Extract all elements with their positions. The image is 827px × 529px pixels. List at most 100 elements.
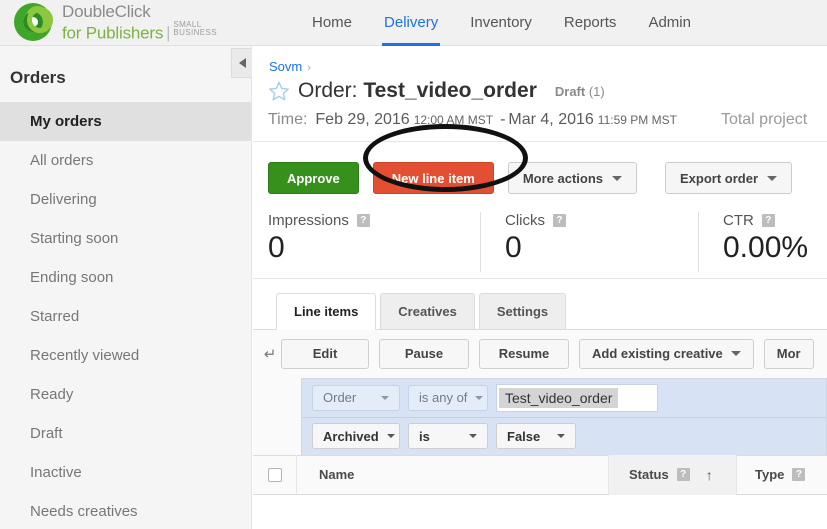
order-title-row: Order: Test_video_order Draft (1) xyxy=(253,74,827,103)
sidebar-item-delivering[interactable]: Delivering xyxy=(0,180,251,219)
export-order-button[interactable]: Export order xyxy=(665,162,793,194)
breadcrumb: Sovm › xyxy=(253,46,827,74)
sidebar-item-needs-creatives[interactable]: Needs creatives xyxy=(0,492,251,529)
column-header-status-label: Status xyxy=(629,467,669,482)
sidebar-item-my-orders[interactable]: My orders xyxy=(0,102,251,141)
brand-line-2: for Publishers | SMALL BUSINESS xyxy=(62,20,217,42)
nav-item-delivery[interactable]: Delivery xyxy=(368,0,454,46)
help-icon[interactable]: ? xyxy=(761,214,775,227)
sidebar-item-draft[interactable]: Draft xyxy=(0,414,251,453)
pause-button[interactable]: Pause xyxy=(379,338,469,369)
tab-bar: Line items Creatives Settings xyxy=(253,279,827,330)
help-icon[interactable]: ? xyxy=(676,468,690,481)
nav-item-inventory[interactable]: Inventory xyxy=(454,0,548,46)
sidebar-item-all-orders[interactable]: All orders xyxy=(0,141,251,180)
edit-button[interactable]: Edit xyxy=(281,338,369,369)
nav-item-reports[interactable]: Reports xyxy=(548,0,633,46)
add-existing-creative-button[interactable]: Add existing creative xyxy=(579,338,754,369)
filter-field-archived[interactable]: Archived xyxy=(312,423,400,449)
filter-value-archived[interactable]: False xyxy=(496,423,576,449)
help-icon[interactable]: ? xyxy=(553,214,566,227)
sidebar-item-recently-viewed[interactable]: Recently viewed xyxy=(0,336,251,375)
end-time: 11:59 PM MST xyxy=(597,113,677,127)
app-root: DoubleClick for Publishers | SMALL BUSINESS… xyxy=(0,0,827,529)
metric-clicks-value: 0 xyxy=(505,231,522,264)
total-projected-label: Total project xyxy=(720,111,808,128)
metric-impressions-label: Impressions xyxy=(268,212,349,229)
metric-impressions: Impressions ? 0 xyxy=(268,212,480,272)
new-line-item-button[interactable]: New line item xyxy=(372,162,494,194)
brand-logo[interactable]: DoubleClick for Publishers | SMALL BUSINESS xyxy=(0,1,280,42)
sidebar-item-starred[interactable]: Starred xyxy=(0,297,251,336)
filter-row-archived: Archived is False xyxy=(302,416,826,455)
filter-panel: Order is any of Test_video_order Archive… xyxy=(301,377,827,455)
line-items-toolbar: ↵ Edit Pause Resume Add existing creativ… xyxy=(253,330,827,378)
filter-operator-order[interactable]: is any of xyxy=(408,384,488,411)
time-label: Time: xyxy=(268,111,308,128)
main-nav: Home Delivery Inventory Reports Admin xyxy=(296,0,707,46)
select-all-cell[interactable] xyxy=(253,454,297,495)
select-all-checkbox[interactable] xyxy=(267,467,282,482)
breadcrumb-caret-icon: › xyxy=(307,62,311,74)
date-range-dash: - xyxy=(500,111,506,128)
sidebar-title: Orders xyxy=(10,68,66,87)
line-items-panel: ↵ Edit Pause Resume Add existing creativ… xyxy=(253,328,827,495)
brand-badge: SMALL BUSINESS xyxy=(173,20,217,38)
more-button[interactable]: Mor xyxy=(763,338,814,369)
main-content: Sovm › Order: Test_video_order Draft (1) … xyxy=(253,46,827,529)
start-time: 12:00 AM MST xyxy=(413,113,494,127)
more-actions-button[interactable]: More actions xyxy=(507,162,637,194)
column-header-status[interactable]: Status ? ↑ xyxy=(609,454,737,495)
sidebar-item-ending-soon[interactable]: Ending soon xyxy=(0,258,251,297)
filter-field-archived-label: Archived xyxy=(323,428,379,444)
help-icon[interactable]: ? xyxy=(356,214,370,227)
doubleclick-logo-icon xyxy=(14,3,53,42)
filter-field-order[interactable]: Order xyxy=(312,384,400,411)
chevron-down-icon xyxy=(381,395,389,400)
tab-creatives[interactable]: Creatives xyxy=(380,292,475,330)
help-icon[interactable]: ? xyxy=(792,468,806,481)
order-label: Order: xyxy=(298,79,358,102)
metric-clicks-header: Clicks ? xyxy=(505,212,680,229)
chevron-down-icon xyxy=(612,175,622,181)
filter-operator-order-label: is any of xyxy=(419,390,468,405)
action-button-row: Approve New line item More actions Expor… xyxy=(253,124,827,194)
breadcrumb-link-sovm[interactable]: Sovm xyxy=(269,59,302,74)
metric-impressions-header: Impressions ? xyxy=(268,212,462,229)
column-header-type-label: Type xyxy=(755,467,785,482)
table-header-row: Name Status ? ↑ Type ? xyxy=(253,454,827,495)
nav-item-home[interactable]: Home xyxy=(296,0,368,46)
top-navigation-bar: DoubleClick for Publishers | SMALL BUSINESS… xyxy=(0,0,827,46)
chevron-down-icon xyxy=(475,395,484,400)
metric-impressions-value: 0 xyxy=(268,231,285,264)
approve-button[interactable]: Approve xyxy=(268,162,359,194)
sidebar-item-ready[interactable]: Ready xyxy=(0,375,251,414)
chevron-down-icon xyxy=(767,175,778,181)
nav-item-admin[interactable]: Admin xyxy=(632,0,707,46)
tab-line-items[interactable]: Line items xyxy=(276,292,377,330)
sort-ascending-icon[interactable]: ↑ xyxy=(706,467,713,483)
tab-settings[interactable]: Settings xyxy=(478,292,567,330)
column-header-type[interactable]: Type ? xyxy=(737,455,827,495)
filter-operator-archived[interactable]: is xyxy=(408,423,488,449)
column-header-name-label: Name xyxy=(319,467,355,482)
filter-value-chip: Test_video_order xyxy=(499,387,619,408)
chevron-left-icon xyxy=(238,58,246,68)
sidebar-item-starting-soon[interactable]: Starting soon xyxy=(0,219,251,258)
metric-ctr: CTR ? 0.00% xyxy=(698,212,826,272)
chevron-down-icon xyxy=(557,434,565,438)
column-header-name[interactable]: Name xyxy=(297,454,609,495)
star-icon[interactable] xyxy=(268,80,290,102)
sidebar-item-inactive[interactable]: Inactive xyxy=(0,453,251,492)
resume-button[interactable]: Resume xyxy=(479,338,569,369)
metrics-row: Impressions ? 0 Clicks ? 0 CTR ? 0.00% xyxy=(268,194,827,272)
metric-clicks: Clicks ? 0 xyxy=(480,212,698,272)
page-title: Order: Test_video_order xyxy=(298,79,537,103)
filter-operator-archived-label: is xyxy=(419,428,430,444)
brand-line-1: DoubleClick xyxy=(62,1,151,21)
undo-icon[interactable]: ↵ xyxy=(259,345,281,363)
sidebar-collapse-button[interactable] xyxy=(231,48,252,78)
filter-value-input[interactable]: Test_video_order xyxy=(496,383,658,412)
export-order-label: Export order xyxy=(680,170,759,186)
order-name: Test_video_order xyxy=(363,79,537,102)
